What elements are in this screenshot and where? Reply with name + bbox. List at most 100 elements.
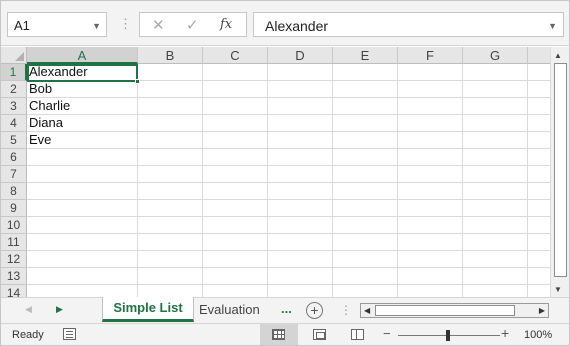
vertical-scrollbar[interactable]: ▲ ▼ [550, 47, 569, 297]
empty-cell[interactable] [333, 251, 398, 268]
row-header-3[interactable]: 3 [1, 98, 27, 115]
empty-cell[interactable] [398, 98, 463, 115]
empty-cell[interactable] [333, 268, 398, 285]
empty-cell[interactable] [268, 115, 333, 132]
empty-cell[interactable] [528, 268, 550, 285]
empty-cell[interactable] [333, 115, 398, 132]
empty-cell[interactable] [138, 132, 203, 149]
tab-splitter-icon[interactable]: ⋮ [340, 303, 352, 317]
empty-cell[interactable] [463, 81, 528, 98]
column-header-h[interactable] [528, 47, 550, 64]
empty-cell[interactable] [333, 166, 398, 183]
column-header-f[interactable]: F [398, 47, 463, 64]
horizontal-scrollbar[interactable]: ◀ ▶ [360, 303, 549, 318]
tab-simple-list[interactable]: Simple List [102, 297, 194, 322]
add-sheet-icon[interactable]: + [306, 302, 323, 319]
empty-cell[interactable] [203, 268, 268, 285]
row-header-1[interactable]: 1 [1, 64, 27, 81]
row-header-4[interactable]: 4 [1, 115, 27, 132]
empty-cell[interactable] [27, 268, 138, 285]
empty-cell[interactable] [203, 115, 268, 132]
cell-a4[interactable]: Diana [27, 115, 138, 132]
empty-cell[interactable] [138, 251, 203, 268]
empty-cell[interactable] [528, 183, 550, 200]
empty-cell[interactable] [528, 234, 550, 251]
empty-cell[interactable] [27, 149, 138, 166]
cell-a5[interactable]: Eve [27, 132, 138, 149]
chevron-down-icon[interactable]: ▼ [92, 21, 101, 31]
empty-cell[interactable] [528, 149, 550, 166]
select-all-button[interactable] [1, 47, 27, 64]
empty-cell[interactable] [528, 166, 550, 183]
row-header-13[interactable]: 13 [1, 268, 27, 285]
empty-cell[interactable] [398, 115, 463, 132]
empty-cell[interactable] [27, 285, 138, 297]
empty-cell[interactable] [268, 234, 333, 251]
row-header-11[interactable]: 11 [1, 234, 27, 251]
empty-cell[interactable] [138, 64, 203, 81]
column-header-c[interactable]: C [203, 47, 268, 64]
empty-cell[interactable] [333, 64, 398, 81]
empty-cell[interactable] [203, 200, 268, 217]
empty-cell[interactable] [27, 200, 138, 217]
empty-cell[interactable] [138, 183, 203, 200]
empty-cell[interactable] [528, 132, 550, 149]
column-header-d[interactable]: D [268, 47, 333, 64]
zoom-out-button[interactable]: − [383, 326, 391, 341]
row-header-5[interactable]: 5 [1, 132, 27, 149]
scroll-up-icon[interactable]: ▲ [554, 51, 562, 60]
empty-cell[interactable] [203, 149, 268, 166]
empty-cell[interactable] [333, 217, 398, 234]
empty-cell[interactable] [398, 200, 463, 217]
empty-cell[interactable] [27, 183, 138, 200]
empty-cell[interactable] [463, 268, 528, 285]
empty-cell[interactable] [138, 115, 203, 132]
scroll-left-icon[interactable]: ◀ [364, 306, 370, 315]
empty-cell[interactable] [203, 285, 268, 297]
empty-cell[interactable] [333, 81, 398, 98]
empty-cell[interactable] [398, 285, 463, 297]
empty-cell[interactable] [138, 200, 203, 217]
empty-cell[interactable] [138, 149, 203, 166]
empty-cell[interactable] [398, 234, 463, 251]
empty-cell[interactable] [268, 64, 333, 81]
empty-cell[interactable] [528, 251, 550, 268]
previous-sheet-icon[interactable]: ◀ [25, 304, 32, 315]
empty-cell[interactable] [528, 98, 550, 115]
expand-formula-bar-icon[interactable]: ▼ [548, 21, 557, 31]
empty-cell[interactable] [398, 166, 463, 183]
empty-cell[interactable] [463, 149, 528, 166]
empty-cell[interactable] [463, 64, 528, 81]
page-layout-view-icon[interactable] [313, 329, 326, 340]
empty-cell[interactable] [333, 98, 398, 115]
empty-cell[interactable] [268, 98, 333, 115]
empty-cell[interactable] [463, 166, 528, 183]
zoom-slider-thumb[interactable] [446, 330, 450, 341]
normal-view-button[interactable] [260, 324, 298, 345]
row-header-8[interactable]: 8 [1, 183, 27, 200]
empty-cell[interactable] [268, 200, 333, 217]
empty-cell[interactable] [203, 132, 268, 149]
empty-cell[interactable] [268, 149, 333, 166]
more-sheets-button[interactable]: ... [281, 301, 292, 316]
empty-cell[interactable] [203, 98, 268, 115]
empty-cell[interactable] [528, 115, 550, 132]
empty-cell[interactable] [203, 183, 268, 200]
column-header-e[interactable]: E [333, 47, 398, 64]
empty-cell[interactable] [203, 251, 268, 268]
empty-cell[interactable] [138, 166, 203, 183]
formula-input[interactable]: Alexander ▼ [253, 12, 564, 37]
row-header-7[interactable]: 7 [1, 166, 27, 183]
column-header-g[interactable]: G [463, 47, 528, 64]
empty-cell[interactable] [27, 166, 138, 183]
cell-a2[interactable]: Bob [27, 81, 138, 98]
empty-cell[interactable] [138, 81, 203, 98]
empty-cell[interactable] [203, 166, 268, 183]
row-header-14[interactable]: 14 [1, 285, 27, 297]
empty-cell[interactable] [268, 183, 333, 200]
worksheet-grid[interactable]: A B C D E F G 1 2 3 4 5 6 7 8 9 10 11 12… [1, 47, 550, 297]
empty-cell[interactable] [268, 166, 333, 183]
cancel-icon[interactable]: ✕ [152, 16, 165, 34]
empty-cell[interactable] [528, 285, 550, 297]
name-box[interactable]: A1 ▼ [7, 12, 107, 37]
